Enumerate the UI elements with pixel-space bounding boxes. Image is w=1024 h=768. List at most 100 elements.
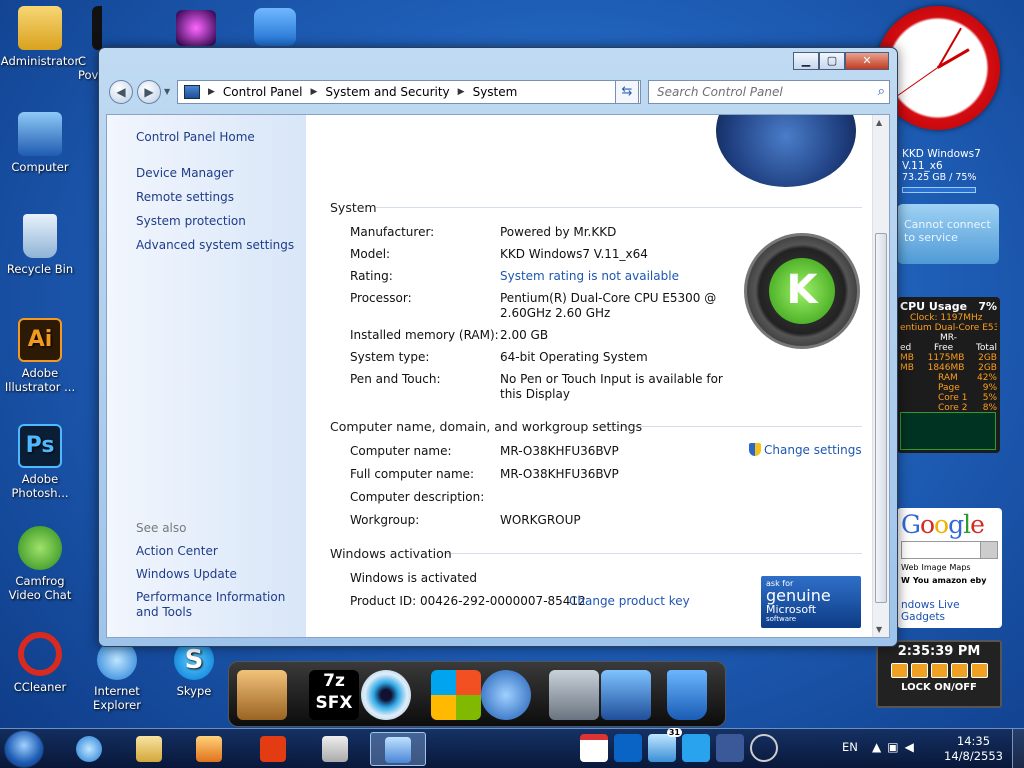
lock-toggle[interactable]: LOCK ON/OFF	[878, 682, 1000, 693]
weather-app-icon[interactable]: 31	[648, 728, 682, 762]
facebook-icon[interactable]	[716, 734, 744, 762]
address-bar[interactable]: ▶ Control Panel ▶ System and Security ▶ …	[177, 80, 641, 104]
internet-explorer-icon	[76, 736, 102, 762]
minimize-button[interactable]: ▁	[793, 52, 819, 70]
desktop-icon-photoshop[interactable]: Ps Adobe Photosh...	[0, 424, 80, 500]
twitter-icon[interactable]	[682, 734, 710, 762]
scroll-up-icon[interactable]: ▲	[876, 118, 882, 127]
disc-icon[interactable]	[361, 670, 411, 720]
windows-orb-icon[interactable]	[481, 670, 531, 720]
chevron-right-icon[interactable]: ▶	[208, 87, 215, 97]
system-protection-link[interactable]: System protection	[136, 214, 246, 228]
cpu-meter-gadget[interactable]: CPU Usage 7% Clock: 1197MHz entium Dual-…	[897, 297, 1000, 453]
shutdown-button[interactable]	[910, 663, 928, 678]
language-indicator[interactable]: EN	[842, 740, 858, 768]
desktop-icon-ccleaner[interactable]: CCleaner	[0, 632, 80, 694]
tray-icons[interactable]: ▲▣◀	[872, 740, 920, 768]
chevron-right-icon[interactable]: ▶	[311, 87, 318, 97]
google-logo: Google	[901, 510, 985, 539]
back-button[interactable]: ◀	[109, 80, 133, 104]
recent-pages-icon[interactable]: ▼	[164, 87, 170, 96]
weather-gadget[interactable]: Cannot connect to service	[897, 204, 999, 264]
volume-icon[interactable]: ◀	[905, 740, 920, 754]
google-option-maps[interactable]: Maps	[950, 563, 971, 572]
taskbar-internet-explorer[interactable]	[62, 732, 118, 766]
key-button[interactable]	[950, 663, 968, 678]
change-product-key-link[interactable]: Change product key	[569, 594, 690, 608]
ebay-tile[interactable]: eby	[970, 576, 986, 585]
desktop-icon-sparkle[interactable]	[176, 10, 216, 46]
drive-meter-gadget[interactable]: KKD Windows7 V.11_x6 73.25 GB / 75%	[902, 148, 1000, 193]
icon-label: C Pov	[78, 54, 99, 82]
device-manager-link[interactable]: Device Manager	[136, 166, 233, 180]
gmail-icon[interactable]	[580, 734, 608, 762]
breadcrumb-control-panel[interactable]: Control Panel	[223, 85, 303, 99]
toolbox-icon[interactable]	[549, 670, 599, 720]
close-button[interactable]: ✕	[845, 52, 889, 70]
vertical-scrollbar[interactable]: ▲ ▼	[872, 115, 889, 637]
google-option-image[interactable]: Image	[921, 563, 946, 572]
google-option-web[interactable]: Web	[901, 563, 918, 572]
action-center-link[interactable]: Action Center	[136, 544, 218, 558]
chevron-up-icon[interactable]: ▲	[872, 740, 887, 754]
google-search-gadget[interactable]: Google Web Image Maps W You amazon eby n…	[897, 508, 1002, 628]
taskbar-explorer[interactable]	[122, 732, 178, 766]
live-gadgets-link[interactable]: ndows Live Gadgets	[901, 599, 998, 623]
taskbar-office[interactable]	[246, 732, 302, 766]
icon-label: Internet Explorer	[93, 684, 141, 712]
label-workgroup: Workgroup:	[350, 513, 420, 527]
maximize-button[interactable]: ▢	[819, 52, 845, 70]
lock-button[interactable]	[970, 663, 988, 678]
outlook-icon[interactable]	[614, 734, 642, 762]
amazon-tile[interactable]: amazon	[932, 576, 967, 585]
power-circle-icon[interactable]	[750, 734, 778, 762]
show-desktop-button[interactable]	[1012, 729, 1024, 768]
forward-button[interactable]: ▶	[137, 80, 161, 104]
search-icon[interactable]: ⌕	[878, 84, 885, 99]
performance-info-link[interactable]: Performance Information and Tools	[136, 590, 301, 620]
settings-button[interactable]	[930, 663, 948, 678]
desktop-icon-skype[interactable]: S Skype	[154, 640, 234, 698]
desktop-icon-teamviewer[interactable]	[254, 8, 296, 46]
trash-icon[interactable]	[667, 670, 707, 720]
digital-clock-gadget[interactable]: 2:35:39 PM LOCK ON/OFF	[876, 640, 1002, 708]
breadcrumb-system-security[interactable]: System and Security	[325, 85, 449, 99]
control-panel-home-link[interactable]: Control Panel Home	[136, 130, 255, 144]
system-rating-link[interactable]: System rating is not available	[500, 269, 679, 284]
network-icon[interactable]: ▣	[887, 740, 904, 754]
desktop-icon-computer[interactable]: Computer	[0, 112, 80, 174]
genuine-microsoft-badge[interactable]: ask for genuine Microsoft software	[761, 576, 861, 628]
taskbar-app[interactable]	[308, 732, 364, 766]
refresh-button[interactable]: ⇆	[615, 80, 639, 104]
office-grid-icon[interactable]	[431, 670, 481, 720]
remote-settings-link[interactable]: Remote settings	[136, 190, 234, 204]
computer-settings-icon[interactable]	[601, 670, 651, 720]
desktop-icon-camfrog[interactable]: Camfrog Video Chat	[0, 526, 80, 602]
desktop-icon-administrator[interactable]: Administrator	[0, 6, 80, 68]
taskbar-control-panel[interactable]	[370, 732, 426, 766]
start-button[interactable]	[4, 730, 44, 768]
chevron-right-icon[interactable]: ▶	[458, 87, 465, 97]
google-search-input[interactable]	[901, 541, 998, 559]
cpu-cell: MB	[900, 353, 914, 363]
desktop-icon-illustrator[interactable]: Ai Adobe Illustrator ...	[0, 318, 80, 394]
value-workgroup: WORKGROUP	[500, 513, 581, 527]
value-full-computer-name: MR-O38KHFU36BVP	[500, 467, 619, 481]
search-icon[interactable]	[980, 541, 998, 559]
breadcrumb-system[interactable]: System	[473, 85, 518, 99]
wikipedia-tile[interactable]: W	[901, 576, 910, 585]
change-settings-link[interactable]: Change settings	[749, 443, 862, 457]
7z-sfx-icon[interactable]: 7z SFX	[309, 670, 359, 720]
scroll-down-icon[interactable]: ▼	[876, 625, 882, 634]
windows-update-link[interactable]: Windows Update	[136, 567, 237, 581]
scrollbar-thumb[interactable]	[875, 233, 887, 603]
search-input[interactable]: Search Control Panel ⌕	[648, 80, 890, 104]
youtube-tile[interactable]: You	[913, 576, 929, 585]
taskbar-clock[interactable]: 14:35 14/8/2553	[944, 734, 1003, 768]
taskbar-media-player[interactable]	[182, 732, 238, 766]
power-button[interactable]	[890, 663, 908, 678]
advanced-settings-link[interactable]: Advanced system settings	[136, 238, 294, 252]
desktop-icon-internet-explorer[interactable]: Internet Explorer	[77, 640, 157, 712]
desktop-icon-recycle-bin[interactable]: Recycle Bin	[0, 214, 80, 276]
installer-icon[interactable]	[237, 670, 287, 720]
